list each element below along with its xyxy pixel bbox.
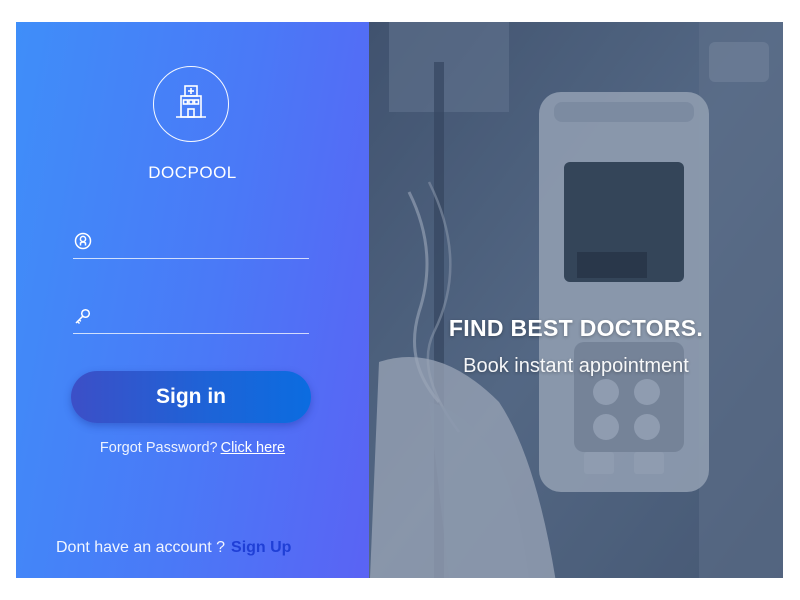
signup-link[interactable]: Sign Up [231,539,291,556]
hero-panel: FIND BEST DOCTORS. Book instant appointm… [369,22,783,578]
brand-name: DOCPOOL [148,163,237,182]
forgot-password-text: Forgot Password? [99,440,218,456]
username-field [73,224,309,259]
hero-overlay [369,22,783,578]
user-icon [73,231,93,251]
signup-text: Dont have an account ? [56,539,226,556]
forgot-password-link[interactable]: Click here [221,440,285,456]
logo-circle [153,66,229,142]
login-card: DOCPOOL Sign in Forgot Password? Click h… [16,22,783,578]
hospital-icon [172,83,210,126]
password-input[interactable] [101,307,309,325]
login-panel: DOCPOOL Sign in Forgot Password? Click h… [16,22,369,578]
hero-title: FIND BEST DOCTORS. [448,315,704,341]
forgot-password-row: Forgot Password? Click here [16,440,369,456]
hero-subtitle: Book instant appointment [463,355,689,377]
key-icon [73,306,93,326]
password-field [73,299,309,334]
signup-row: Dont have an account ? Sign Up [56,539,291,557]
sign-in-button[interactable]: Sign in [71,371,311,423]
username-input[interactable] [101,232,309,250]
